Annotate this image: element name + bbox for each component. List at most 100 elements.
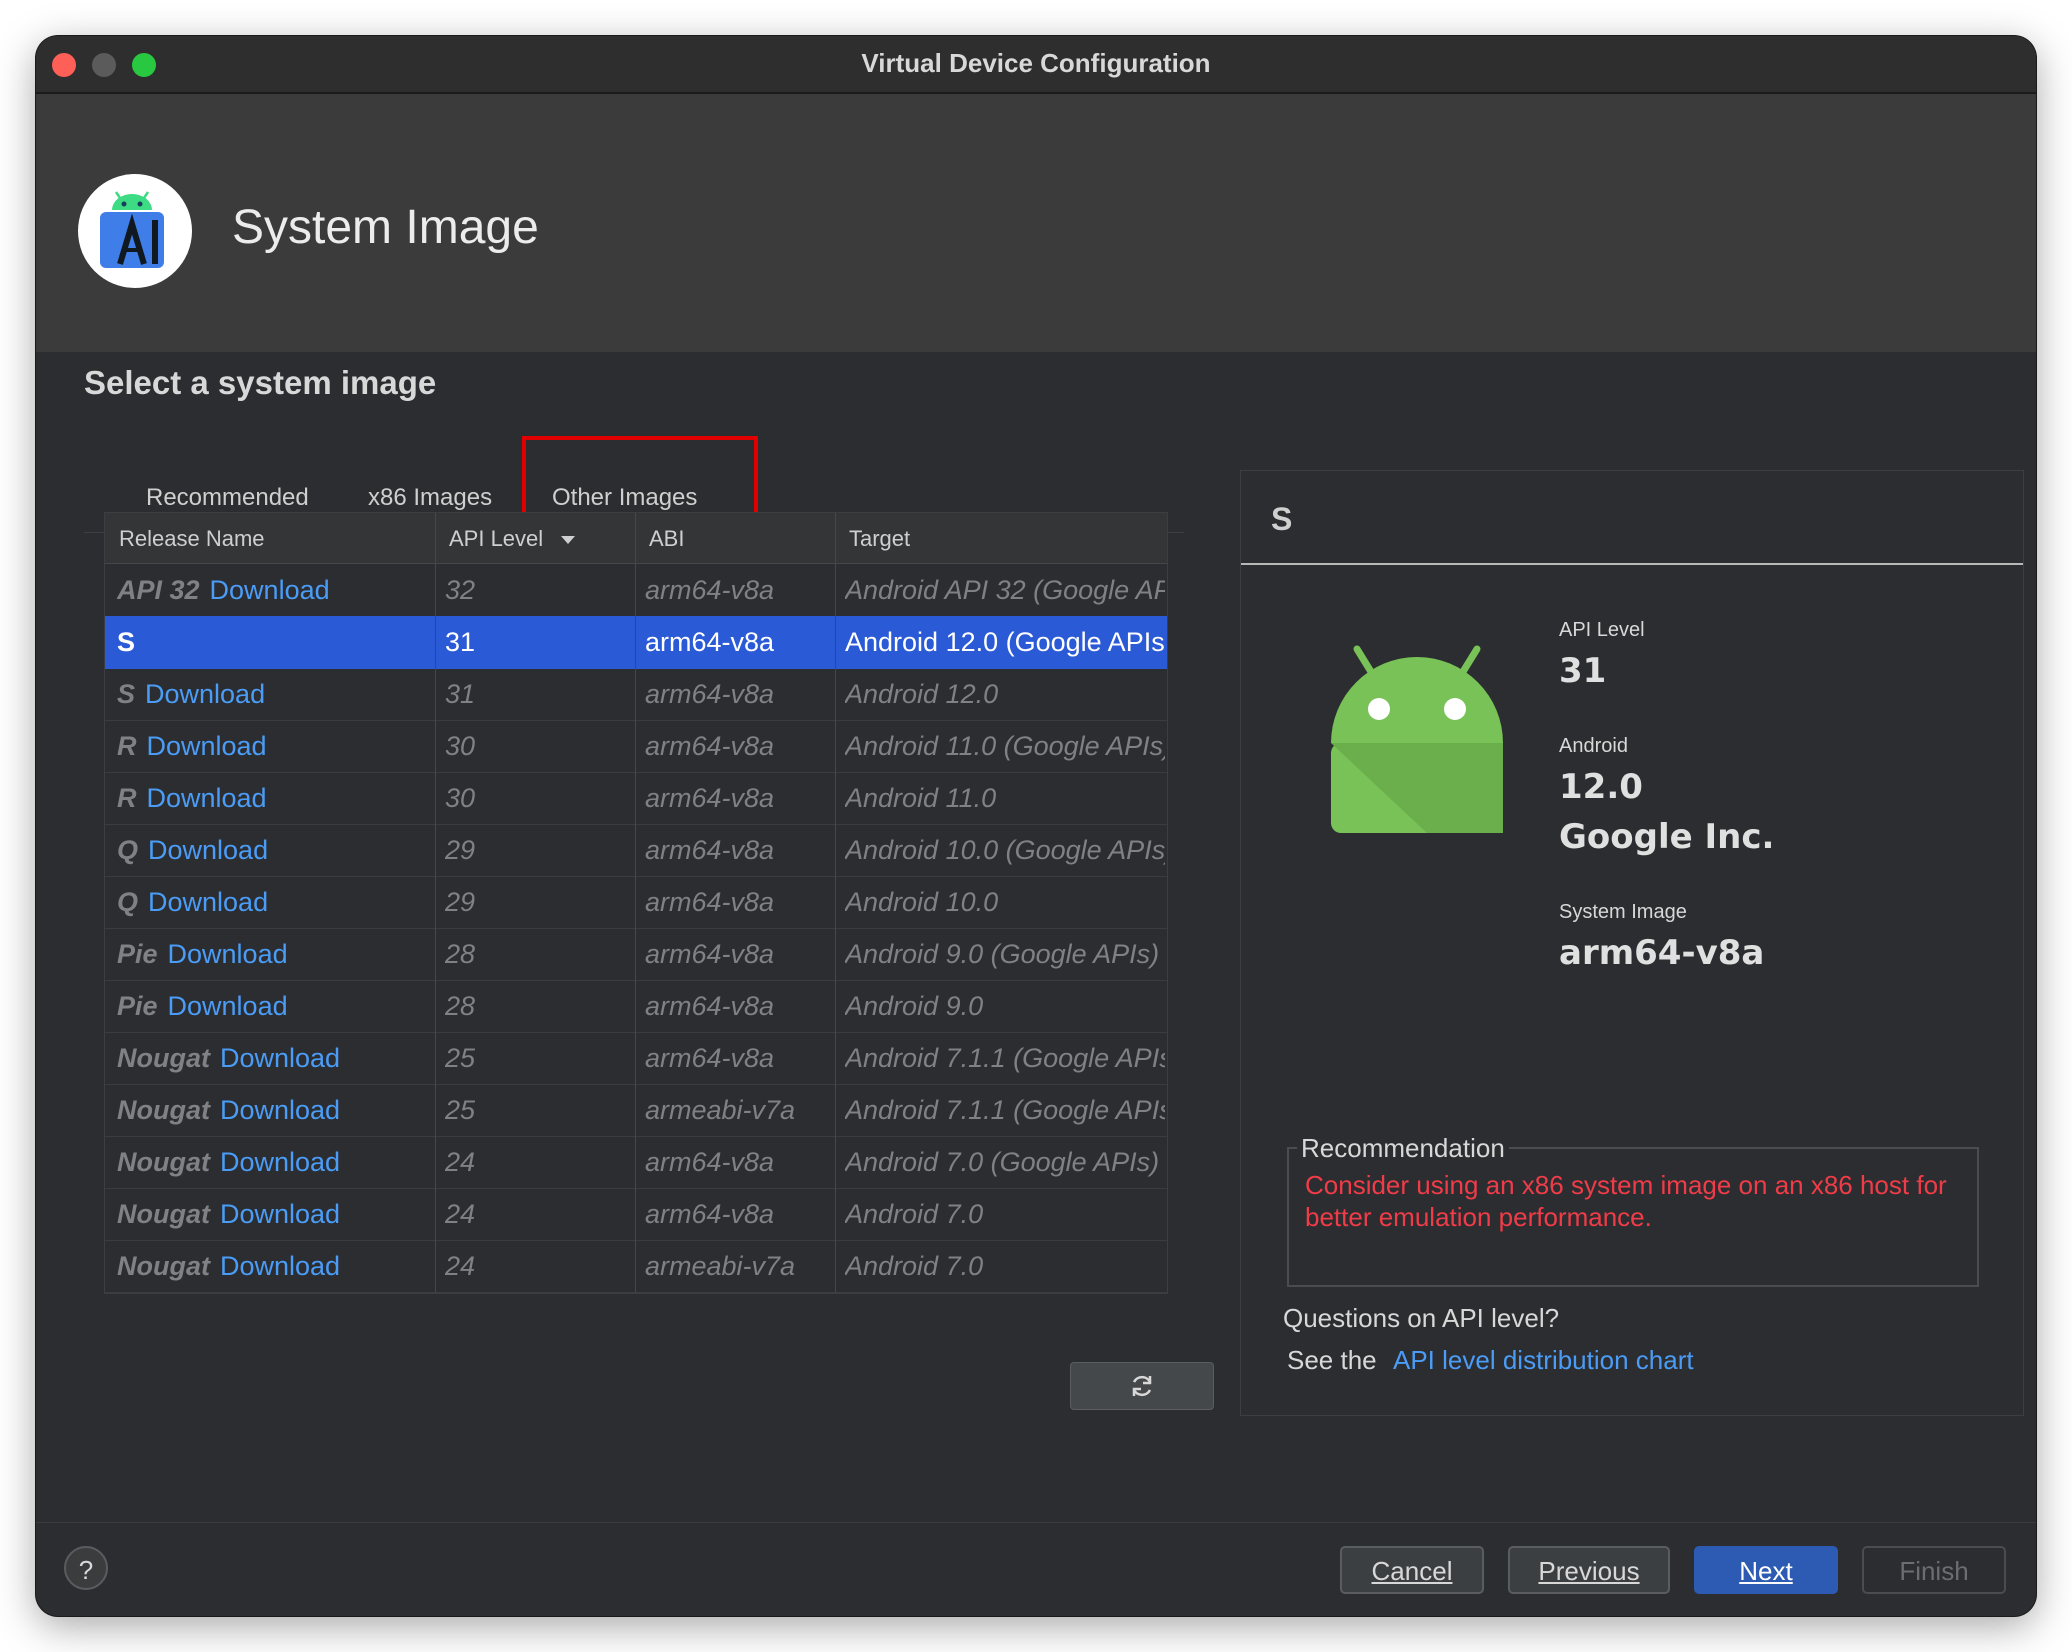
- abi-cell: arm64-v8a: [645, 679, 775, 709]
- target-cell: Android 7.1.1 (Google APIs): [845, 1095, 1165, 1125]
- target-cell: Android 11.0: [845, 783, 997, 813]
- table-row[interactable]: Nougat Download 25 armeabi-v7a Android 7.1.1…: [105, 1084, 1167, 1137]
- download-link[interactable]: Download: [148, 887, 268, 917]
- target-cell: Android 7.0 (Google APIs): [845, 1147, 1160, 1177]
- download-link[interactable]: Download: [220, 1095, 340, 1125]
- refresh-button[interactable]: [1070, 1362, 1214, 1410]
- table-row[interactable]: Nougat Download 25 arm64-v8a Android 7.1.1 (…: [105, 1032, 1167, 1085]
- recommendation-box: Recommendation Consider using an x86 sys…: [1287, 1133, 1979, 1287]
- wizard-header: System Image: [36, 94, 2036, 352]
- system-image-value: arm64-v8a: [1559, 933, 1765, 973]
- tab-recommended[interactable]: Recommended: [146, 484, 309, 512]
- table-row[interactable]: Nougat Download 24 armeabi-v7a Android 7.0: [105, 1240, 1167, 1293]
- target-cell: Android 7.0: [845, 1251, 984, 1281]
- download-link[interactable]: Download: [220, 1147, 340, 1177]
- table-row[interactable]: API 32 Download 32 arm64-v8a Android API 32 …: [105, 564, 1167, 617]
- download-link[interactable]: Download: [220, 1043, 340, 1073]
- dialog-window: Virtual Device Configuration System Imag…: [36, 36, 2036, 1616]
- release-name-cell: Nougat Download: [117, 1043, 417, 1074]
- release-name-cell: Nougat Download: [117, 1199, 417, 1230]
- target-cell: Android 10.0 (Google APIs): [845, 835, 1165, 865]
- table-row[interactable]: R Download 30 arm64-v8a Android 11.0: [105, 772, 1167, 825]
- table-row[interactable]: S 31 arm64-v8a Android 12.0 (Google APIs): [105, 616, 1167, 669]
- table-row[interactable]: Nougat Download 24 arm64-v8a Android 7.0 (Go…: [105, 1136, 1167, 1189]
- release-name-cell: Pie Download: [117, 991, 417, 1022]
- table-row[interactable]: S Download 31 arm64-v8a Android 12.0: [105, 668, 1167, 721]
- sort-descending-icon: [561, 536, 576, 545]
- refresh-icon: [1132, 1375, 1152, 1397]
- api-level-cell: 24: [445, 1147, 476, 1177]
- abi-cell: arm64-v8a: [645, 627, 775, 657]
- abi-cell: arm64-v8a: [645, 887, 775, 917]
- api-level-cell: 28: [445, 939, 476, 969]
- release-name: API 32: [117, 575, 200, 605]
- api-level-cell: 29: [445, 835, 476, 865]
- download-link[interactable]: Download: [168, 939, 288, 969]
- recommendation-text: Consider using an x86 system image on an…: [1305, 1170, 1947, 1232]
- android-label: Android: [1559, 735, 1628, 757]
- column-header-api-level-label: API Level: [449, 526, 544, 551]
- target-cell: Android 10.0: [845, 887, 999, 917]
- table-row[interactable]: R Download 30 arm64-v8a Android 11.0 (Google…: [105, 720, 1167, 773]
- see-the-text: See the: [1287, 1345, 1377, 1375]
- table-row[interactable]: Pie Download 28 arm64-v8a Android 9.0 (Googl…: [105, 928, 1167, 981]
- download-link[interactable]: Download: [210, 575, 330, 605]
- api-level-cell: 32: [445, 575, 476, 605]
- vendor-value: Google Inc.: [1559, 817, 1775, 857]
- download-link[interactable]: Download: [147, 783, 267, 813]
- target-cell: Android 7.1.1 (Google APIs): [845, 1043, 1165, 1073]
- release-name-cell: R Download: [117, 731, 417, 762]
- cancel-button[interactable]: Cancel: [1340, 1546, 1484, 1594]
- tab-x86-images[interactable]: x86 Images: [368, 484, 492, 512]
- release-name: R: [117, 731, 137, 761]
- api-level-cell: 29: [445, 887, 476, 917]
- target-cell: Android 9.0 (Google APIs): [845, 939, 1160, 969]
- release-name: Pie: [117, 991, 158, 1021]
- system-image-label: System Image: [1559, 901, 1687, 923]
- table-row[interactable]: Q Download 29 arm64-v8a Android 10.0: [105, 876, 1167, 929]
- footer-divider: [36, 1522, 2036, 1523]
- help-button[interactable]: ?: [64, 1546, 108, 1590]
- column-header-target[interactable]: Target: [849, 526, 910, 552]
- abi-cell: arm64-v8a: [645, 939, 775, 969]
- previous-button[interactable]: Previous: [1508, 1546, 1670, 1594]
- abi-cell: armeabi-v7a: [645, 1251, 796, 1281]
- abi-cell: arm64-v8a: [645, 575, 775, 605]
- download-link[interactable]: Download: [220, 1251, 340, 1281]
- system-image-table: Release Name API Level ABI Target API 32…: [104, 512, 1168, 1294]
- column-header-abi[interactable]: ABI: [649, 526, 684, 552]
- download-link[interactable]: Download: [147, 731, 267, 761]
- android-studio-icon: [100, 191, 164, 268]
- table-row[interactable]: Nougat Download 24 arm64-v8a Android 7.0: [105, 1188, 1167, 1241]
- next-button[interactable]: Next: [1694, 1546, 1838, 1594]
- api-level-cell: 30: [445, 783, 476, 813]
- api-distribution-chart-link[interactable]: API level distribution chart: [1393, 1345, 1694, 1376]
- column-header-release-name[interactable]: Release Name: [119, 526, 265, 552]
- download-link[interactable]: Download: [148, 835, 268, 865]
- release-name-cell: S Download: [117, 679, 417, 710]
- api-level-cell: 25: [445, 1043, 476, 1073]
- table-row[interactable]: Pie Download 28 arm64-v8a Android 9.0: [105, 980, 1167, 1033]
- release-name-cell: R Download: [117, 783, 417, 814]
- previous-button-label: Previous: [1538, 1556, 1640, 1586]
- download-link[interactable]: Download: [220, 1199, 340, 1229]
- release-name: S: [117, 627, 136, 657]
- table-row[interactable]: Q Download 29 arm64-v8a Android 10.0 (Google…: [105, 824, 1167, 877]
- download-link[interactable]: Download: [145, 679, 265, 709]
- release-name: Nougat: [117, 1043, 210, 1073]
- api-level-cell: 25: [445, 1095, 476, 1125]
- release-name-cell: Nougat Download: [117, 1251, 417, 1282]
- release-name: Q: [117, 835, 139, 865]
- target-cell: Android 9.0: [845, 991, 984, 1021]
- finish-button[interactable]: Finish: [1862, 1546, 2006, 1594]
- release-name-cell: S: [117, 627, 417, 658]
- window-title: Virtual Device Configuration: [861, 48, 1211, 78]
- abi-cell: arm64-v8a: [645, 783, 775, 813]
- release-name-cell: Pie Download: [117, 939, 417, 970]
- download-link[interactable]: Download: [168, 991, 288, 1021]
- column-header-api-level[interactable]: API Level: [449, 526, 577, 552]
- api-level-value: 31: [1559, 651, 1607, 691]
- release-name: Nougat: [117, 1251, 210, 1281]
- release-name: Pie: [117, 939, 158, 969]
- abi-cell: arm64-v8a: [645, 835, 775, 865]
